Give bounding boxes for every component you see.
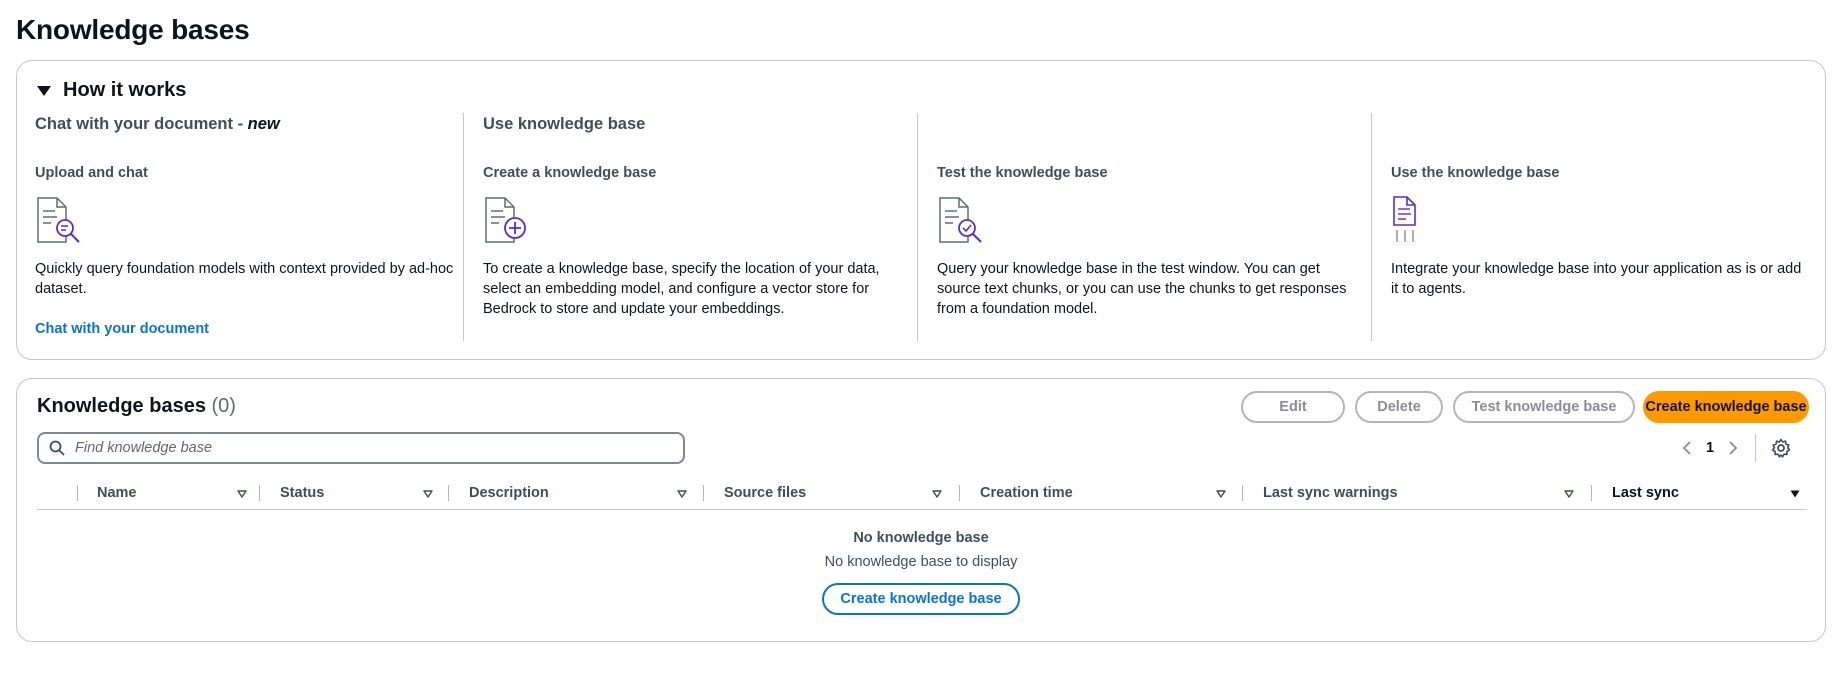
use-kb-step-description: Integrate your knowledge base into your … [1391, 261, 1802, 297]
chevron-left-icon [1682, 441, 1691, 455]
gear-icon[interactable] [1771, 438, 1791, 458]
edit-button[interactable]: Edit [1241, 391, 1345, 423]
use-kb-section-title: Use knowledge base [483, 115, 646, 133]
use-kb-section: Use the knowledge base Integrate your kn… [1371, 113, 1811, 341]
create-knowledge-base-button[interactable]: Create knowledge base [1643, 391, 1809, 423]
search-icon [49, 440, 65, 456]
column-header-source-files[interactable]: Source files [724, 476, 806, 510]
column-divider [77, 485, 78, 501]
previous-page-button[interactable] [1679, 434, 1695, 462]
column-divider [448, 485, 449, 501]
search-input[interactable] [39, 434, 683, 462]
create-kb-step-description: To create a knowledge base, specify the … [483, 261, 880, 317]
document-integrate-icon [1393, 196, 1416, 242]
document-add-icon [485, 197, 526, 243]
page-title: Knowledge bases [16, 14, 250, 45]
pagination-divider [1755, 434, 1756, 462]
use-kb-step-title: Use the knowledge base [1391, 165, 1560, 181]
kb-count: (0) [211, 395, 236, 417]
column-header-creation-time[interactable]: Creation time [980, 476, 1073, 510]
knowledge-bases-panel: Knowledge bases (0) Edit Delete Test kno… [16, 378, 1826, 642]
test-knowledge-base-button[interactable]: Test knowledge base [1453, 391, 1635, 423]
column-header-status[interactable]: Status [280, 476, 324, 510]
next-page-button[interactable] [1725, 434, 1741, 462]
search-field[interactable] [37, 432, 685, 464]
document-search-icon [37, 197, 80, 243]
sort-icon[interactable] [1216, 489, 1226, 499]
test-kb-section: Test the knowledge base Query your knowl… [917, 113, 1371, 341]
page-number[interactable]: 1 [1695, 440, 1725, 456]
column-header-description[interactable]: Description [469, 476, 549, 510]
column-divider [259, 485, 260, 501]
how-it-works-panel: How it works Chat with your document - n… [16, 60, 1826, 360]
sort-icon[interactable] [423, 489, 433, 499]
test-kb-step-description: Query your knowledge base in the test wi… [937, 261, 1347, 317]
document-check-icon [939, 197, 982, 243]
column-header-name[interactable]: Name [97, 476, 137, 510]
empty-state-title: No knowledge base [853, 530, 989, 546]
test-kb-step-title: Test the knowledge base [937, 165, 1108, 181]
how-it-works-toggle[interactable]: How it works [37, 79, 186, 102]
chat-section-description: Quickly query foundation models with con… [35, 261, 454, 297]
new-tag: new [247, 115, 280, 133]
column-divider [1242, 485, 1243, 501]
chevron-right-icon [1729, 441, 1738, 455]
empty-state-create-button[interactable]: Create knowledge base [822, 583, 1020, 615]
chat-section: Chat with your document - new Upload and… [35, 113, 453, 341]
sort-icon[interactable] [932, 489, 942, 499]
sort-icon[interactable] [1564, 489, 1574, 499]
column-divider [959, 485, 960, 501]
column-header-last-sync-warnings[interactable]: Last sync warnings [1263, 476, 1398, 510]
column-divider [703, 485, 704, 501]
caret-down-icon [37, 85, 51, 96]
create-kb-section: Use knowledge base Create a knowledge ba… [463, 113, 917, 341]
table-header: Name Status Description Source files Cre… [37, 476, 1807, 510]
sort-icon[interactable] [677, 489, 687, 499]
upload-and-chat-title: Upload and chat [35, 165, 148, 181]
chat-section-title: Chat with your document - new [35, 115, 280, 133]
column-header-last-sync[interactable]: Last sync [1612, 476, 1679, 510]
kb-table-title: Knowledge bases (0) [37, 395, 236, 417]
chat-with-document-link[interactable]: Chat with your document [35, 321, 209, 337]
delete-button[interactable]: Delete [1355, 391, 1443, 423]
create-kb-step-title: Create a knowledge base [483, 165, 657, 181]
how-it-works-title: How it works [63, 79, 187, 101]
empty-state-description: No knowledge base to display [824, 554, 1018, 570]
column-divider [1591, 485, 1592, 501]
sort-icon[interactable] [237, 489, 247, 499]
sort-descending-icon[interactable] [1790, 489, 1800, 499]
pagination: 1 [1679, 434, 1741, 462]
